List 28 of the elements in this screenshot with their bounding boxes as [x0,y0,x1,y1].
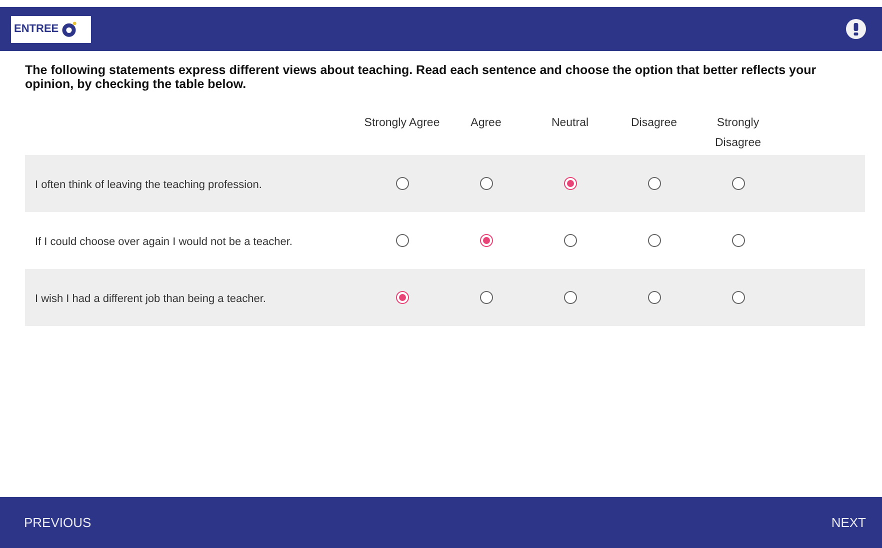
column-header: Agree [470,116,502,131]
radio-button[interactable] [648,291,660,304]
radio-button[interactable] [732,234,744,247]
radio-button[interactable] [480,177,492,190]
column-header: Disagree [630,116,678,131]
radio-button[interactable] [648,234,660,247]
alert-icon[interactable] [846,19,866,39]
column-header: Neutral [551,116,589,131]
radio-button[interactable] [396,234,408,247]
next-button[interactable]: NEXT [831,511,866,534]
logo: ENTREE [11,16,91,42]
statement-text: I often think of leaving the teaching profession. [35,178,262,190]
column-header: Strongly Disagree [714,116,762,151]
radio-button[interactable] [396,177,408,190]
instructions-text: The following statements express different views about teaching. Read each sentence and choose the option that better reflects your opinion, by checking the table below. [25,62,818,91]
radio-button[interactable] [732,177,744,190]
column-header: Strongly Agree [364,116,440,131]
radio-button[interactable] [564,291,576,304]
radio-button[interactable] [480,291,492,304]
radio-button[interactable] [564,177,576,190]
radio-button[interactable] [732,291,744,304]
radio-button[interactable] [648,177,660,190]
radio-button[interactable] [564,234,576,247]
radio-button[interactable] [396,291,408,304]
radio-button[interactable] [480,234,492,247]
previous-button[interactable]: PREVIOUS [24,511,92,534]
statement-text: If I could choose over again I would not be a teacher. [35,236,292,248]
statement-text: I wish I had a different job than being a teacher. [35,292,266,304]
